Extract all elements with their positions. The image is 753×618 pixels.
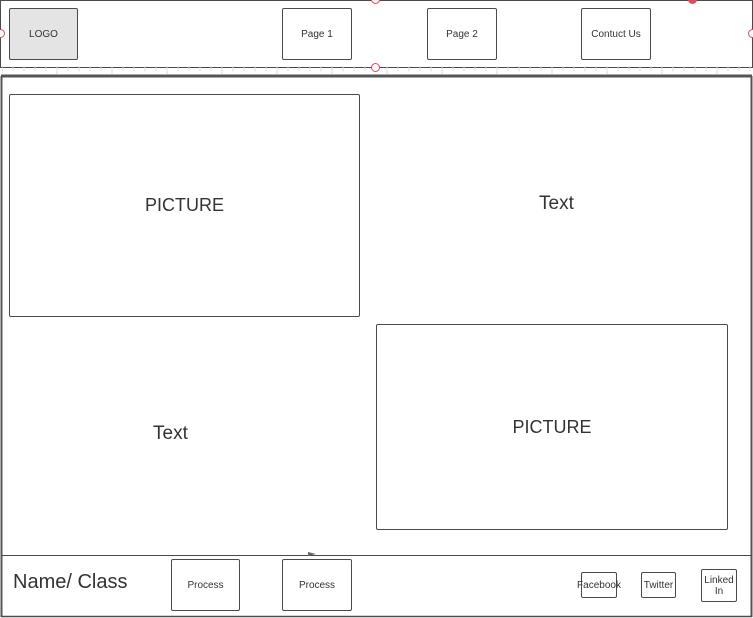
nav-page1-button[interactable]: Page 1 <box>282 8 352 60</box>
linkedin-link[interactable]: Linked In <box>701 569 737 602</box>
facebook-label: Facebook <box>577 579 621 591</box>
nav-contact-button[interactable]: Contuct Us <box>581 8 651 60</box>
picture-placeholder-top[interactable]: PICTURE <box>9 94 360 317</box>
text-top: Text <box>539 193 574 214</box>
facebook-link[interactable]: Facebook <box>577 572 621 598</box>
logo-box[interactable]: LOGO <box>9 8 78 60</box>
process-button-2[interactable]: Process <box>282 559 352 611</box>
selection-handle-bottom[interactable] <box>371 63 380 72</box>
nav-page2-label: Page 2 <box>446 28 478 40</box>
nav-page1-label: Page 1 <box>301 28 333 40</box>
linkedin-label: Linked In <box>704 574 734 597</box>
nav-page2-button[interactable]: Page 2 <box>427 8 497 60</box>
process-label-2: Process <box>298 579 336 591</box>
selection-handle-right[interactable] <box>748 29 753 38</box>
process-label-1: Process <box>187 579 224 591</box>
name-class-text: Name/ Class <box>13 571 128 593</box>
picture-placeholder-bottom[interactable]: PICTURE <box>376 324 728 530</box>
picture-bottom-label: PICTURE <box>512 416 592 437</box>
nav-contact-label: Contuct Us <box>591 28 641 40</box>
twitter-label: Twitter <box>643 579 674 591</box>
text-bottom: Text <box>153 423 188 444</box>
twitter-link[interactable]: Twitter <box>641 572 676 598</box>
process-button-1[interactable]: Process <box>171 559 240 611</box>
picture-top-label: PICTURE <box>144 195 224 215</box>
logo-label: LOGO <box>29 28 58 40</box>
